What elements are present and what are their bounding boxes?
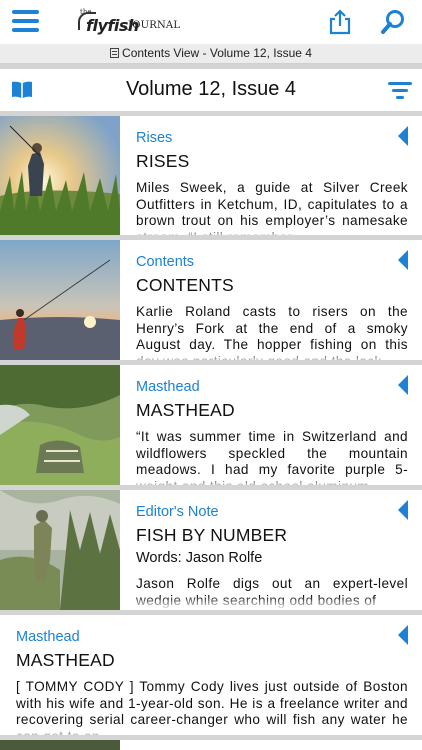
article-teaser: “It was summer time in Switzerland and w… (136, 429, 408, 485)
expand-arrow-icon[interactable] (396, 500, 408, 520)
issue-title: Volume 12, Issue 4 (125, 78, 297, 100)
expand-arrow-icon[interactable] (396, 250, 408, 270)
article-card[interactable]: Masthead MASTHEAD “It was summer time in… (0, 365, 422, 485)
article-thumbnail (0, 116, 120, 235)
flyfish-journal-logo[interactable]: the flyfish JOURNAL (78, 6, 188, 38)
issue-header: Volume 12, Issue 4 (0, 69, 422, 111)
article-teaser-container: “It was summer time in Switzerland and w… (136, 429, 408, 485)
article-thumbnail (0, 240, 120, 360)
article-section-label: Rises (136, 130, 173, 146)
article-card[interactable]: Rises RISES Miles Sweek, a guide at Silv… (0, 116, 422, 235)
search-icon[interactable] (380, 9, 406, 35)
logo-small-text: the (80, 8, 92, 16)
expand-arrow-icon[interactable] (396, 375, 408, 395)
article-section-label: Editor's Note (136, 504, 219, 520)
article-teaser-container: Jason Rolfe digs out an expert-level wed… (136, 576, 408, 610)
top-bar: the flyfish JOURNAL (0, 0, 422, 44)
view-breadcrumb: Contents View - Volume 12, Issue 4 (0, 44, 422, 64)
article-card[interactable] (0, 740, 422, 750)
logo-word-journal: JOURNAL (128, 20, 181, 31)
article-teaser: [ TOMMY CODY ] Tommy Cody lives just out… (16, 679, 408, 735)
expand-arrow-icon[interactable] (396, 126, 408, 146)
article-section-label: Masthead (16, 629, 80, 645)
article-thumbnail (0, 740, 120, 750)
article-teaser: Jason Rolfe digs out an expert-level wed… (136, 576, 408, 608)
article-headline: MASTHEAD (16, 650, 115, 670)
article-card[interactable]: Masthead MASTHEAD [ TOMMY CODY ] Tommy C… (0, 615, 422, 735)
article-headline: FISH BY NUMBER (136, 525, 288, 545)
hamburger-menu-icon[interactable] (12, 10, 39, 32)
article-teaser: Karlie Roland casts to risers on the Hen… (136, 304, 408, 360)
article-card[interactable]: Contents CONTENTS Karlie Roland casts to… (0, 240, 422, 360)
article-thumbnail (0, 490, 120, 610)
article-teaser-container: Miles Sweek, a guide at Silver Creek Out… (136, 180, 408, 235)
filter-icon[interactable] (388, 80, 412, 100)
article-card[interactable]: Editor's Note FISH BY NUMBER Words: Jaso… (0, 490, 422, 610)
share-icon[interactable] (327, 9, 353, 35)
article-teaser-container: Karlie Roland casts to risers on the Hen… (136, 304, 408, 360)
article-teaser: Miles Sweek, a guide at Silver Creek Out… (136, 180, 408, 235)
article-section-label: Masthead (136, 379, 200, 395)
article-thumbnail (0, 365, 120, 485)
view-breadcrumb-text: Contents View - Volume 12, Issue 4 (122, 46, 312, 60)
article-byline: Words: Jason Rolfe (136, 550, 263, 566)
document-icon (110, 48, 120, 58)
article-section-label: Contents (136, 254, 195, 270)
article-headline: MASTHEAD (136, 400, 235, 420)
article-headline: RISES (136, 151, 190, 171)
article-headline: CONTENTS (136, 275, 234, 295)
expand-arrow-icon[interactable] (396, 625, 408, 645)
article-teaser-container: [ TOMMY CODY ] Tommy Cody lives just out… (16, 679, 408, 735)
